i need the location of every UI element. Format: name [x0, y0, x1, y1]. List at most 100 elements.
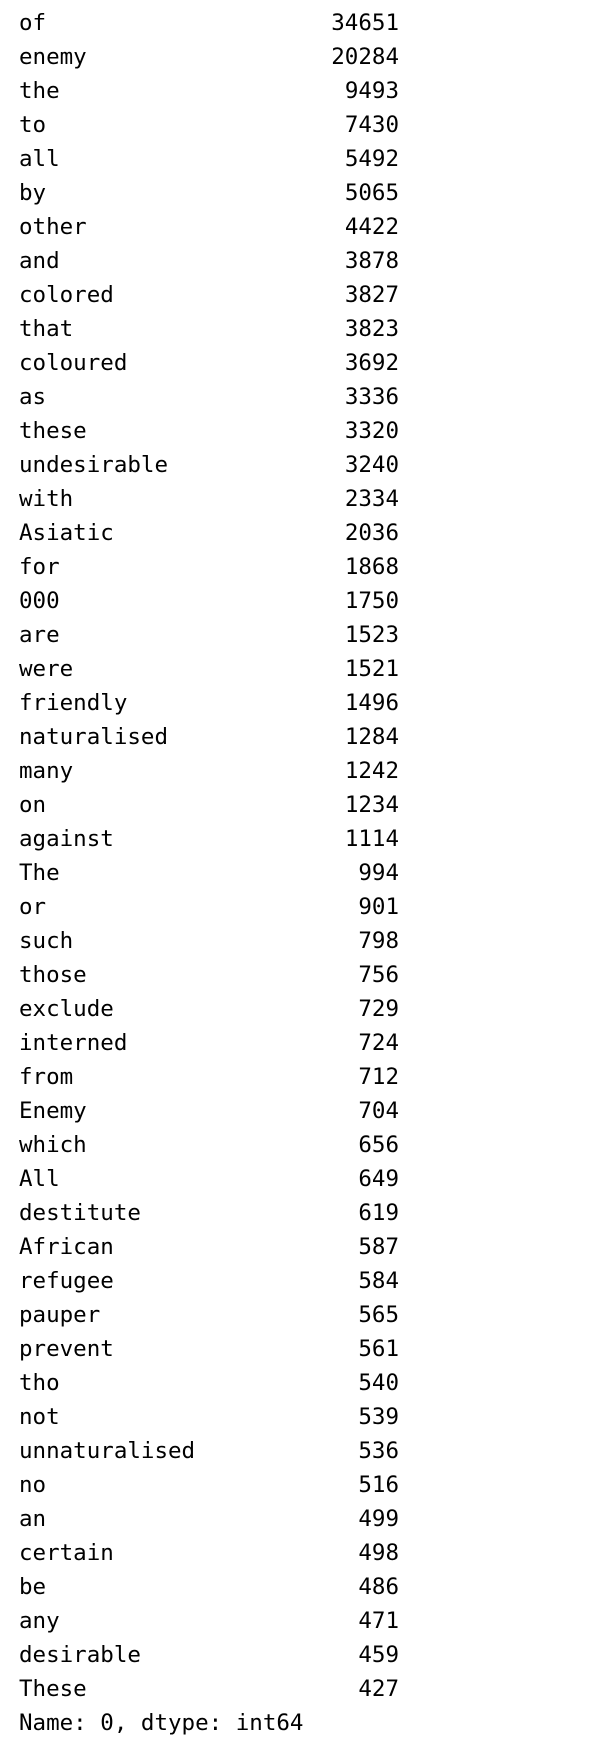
series-row: Asiatic 2036 [19, 516, 399, 550]
series-row: and 3878 [19, 244, 399, 278]
row-word: Asiatic [19, 520, 114, 546]
series-row: to 7430 [19, 108, 399, 142]
row-count: 540 [358, 1370, 399, 1396]
row-word: refugee [19, 1268, 114, 1294]
series-row: coloured 3692 [19, 346, 399, 380]
row-count: 1523 [344, 622, 399, 648]
row-count: 3823 [344, 316, 399, 342]
row-word: as [19, 384, 47, 410]
row-word: friendly [19, 690, 128, 716]
series-row: were 1521 [19, 652, 399, 686]
row-count: 1284 [344, 724, 399, 750]
series-row: not 539 [19, 1400, 399, 1434]
series-row: undesirable 3240 [19, 448, 399, 482]
row-word: colored [19, 282, 114, 308]
series-row: of 34651 [19, 6, 399, 40]
row-word: by [19, 180, 47, 206]
row-word: that [19, 316, 74, 342]
row-word: such [19, 928, 74, 954]
series-row: the 9493 [19, 74, 399, 108]
row-count: 901 [358, 894, 399, 920]
row-word: the [19, 78, 60, 104]
row-word: enemy [19, 44, 87, 70]
row-word: or [19, 894, 47, 920]
row-count: 656 [358, 1132, 399, 1158]
row-count: 9493 [344, 78, 399, 104]
row-count: 1496 [344, 690, 399, 716]
series-row: prevent 561 [19, 1332, 399, 1366]
row-count: 756 [358, 962, 399, 988]
row-word: undesirable [19, 452, 169, 478]
series-rows: of 34651 enemy 20284 the 9493 to 7430 all 5492 by 5… [19, 6, 399, 1706]
row-count: 1234 [344, 792, 399, 818]
row-count: 459 [358, 1642, 399, 1668]
row-count: 3827 [344, 282, 399, 308]
row-count: 20284 [331, 44, 399, 70]
row-word: not [19, 1404, 60, 1430]
series-row: other 4422 [19, 210, 399, 244]
row-count: 3878 [344, 248, 399, 274]
row-count: 427 [358, 1676, 399, 1702]
series-row: no 516 [19, 1468, 399, 1502]
series-row: interned 724 [19, 1026, 399, 1060]
row-word: of [19, 10, 47, 36]
series-row: for 1868 [19, 550, 399, 584]
series-row: enemy 20284 [19, 40, 399, 74]
row-count: 1242 [344, 758, 399, 784]
row-word: be [19, 1574, 47, 1600]
series-row: 000 1750 [19, 584, 399, 618]
series-row: exclude 729 [19, 992, 399, 1026]
row-count: 704 [358, 1098, 399, 1124]
row-count: 5492 [344, 146, 399, 172]
series-row: The 994 [19, 856, 399, 890]
row-count: 34651 [331, 10, 399, 36]
row-count: 499 [358, 1506, 399, 1532]
series-row: These 427 [19, 1672, 399, 1706]
row-word: were [19, 656, 74, 682]
row-count: 471 [358, 1608, 399, 1634]
series-row: Enemy 704 [19, 1094, 399, 1128]
series-row: or 901 [19, 890, 399, 924]
row-word: These [19, 1676, 87, 1702]
row-count: 561 [358, 1336, 399, 1362]
row-count: 3320 [344, 418, 399, 444]
series-row: many 1242 [19, 754, 399, 788]
series-row: naturalised 1284 [19, 720, 399, 754]
row-count: 729 [358, 996, 399, 1022]
row-word: any [19, 1608, 60, 1634]
row-count: 498 [358, 1540, 399, 1566]
row-count: 3692 [344, 350, 399, 376]
row-count: 584 [358, 1268, 399, 1294]
series-row: these 3320 [19, 414, 399, 448]
row-word: these [19, 418, 87, 444]
series-row: with 2334 [19, 482, 399, 516]
row-word: all [19, 146, 60, 172]
series-row: desirable 459 [19, 1638, 399, 1672]
series-row: which 656 [19, 1128, 399, 1162]
row-word: desirable [19, 1642, 141, 1668]
row-word: and [19, 248, 60, 274]
row-word: tho [19, 1370, 60, 1396]
row-count: 5065 [344, 180, 399, 206]
row-word: All [19, 1166, 60, 1192]
series-row: such 798 [19, 924, 399, 958]
series-row: destitute 619 [19, 1196, 399, 1230]
series-row: any 471 [19, 1604, 399, 1638]
series-row: an 499 [19, 1502, 399, 1536]
row-word: naturalised [19, 724, 169, 750]
row-word: The [19, 860, 60, 886]
series-row: are 1523 [19, 618, 399, 652]
row-word: an [19, 1506, 47, 1532]
series-row: from 712 [19, 1060, 399, 1094]
series-row: be 486 [19, 1570, 399, 1604]
series-row: certain 498 [19, 1536, 399, 1570]
row-word: against [19, 826, 114, 852]
row-count: 587 [358, 1234, 399, 1260]
row-count: 649 [358, 1166, 399, 1192]
row-word: African [19, 1234, 114, 1260]
row-word: many [19, 758, 74, 784]
row-word: interned [19, 1030, 128, 1056]
series-row: those 756 [19, 958, 399, 992]
series-row: unnaturalised 536 [19, 1434, 399, 1468]
row-count: 7430 [344, 112, 399, 138]
